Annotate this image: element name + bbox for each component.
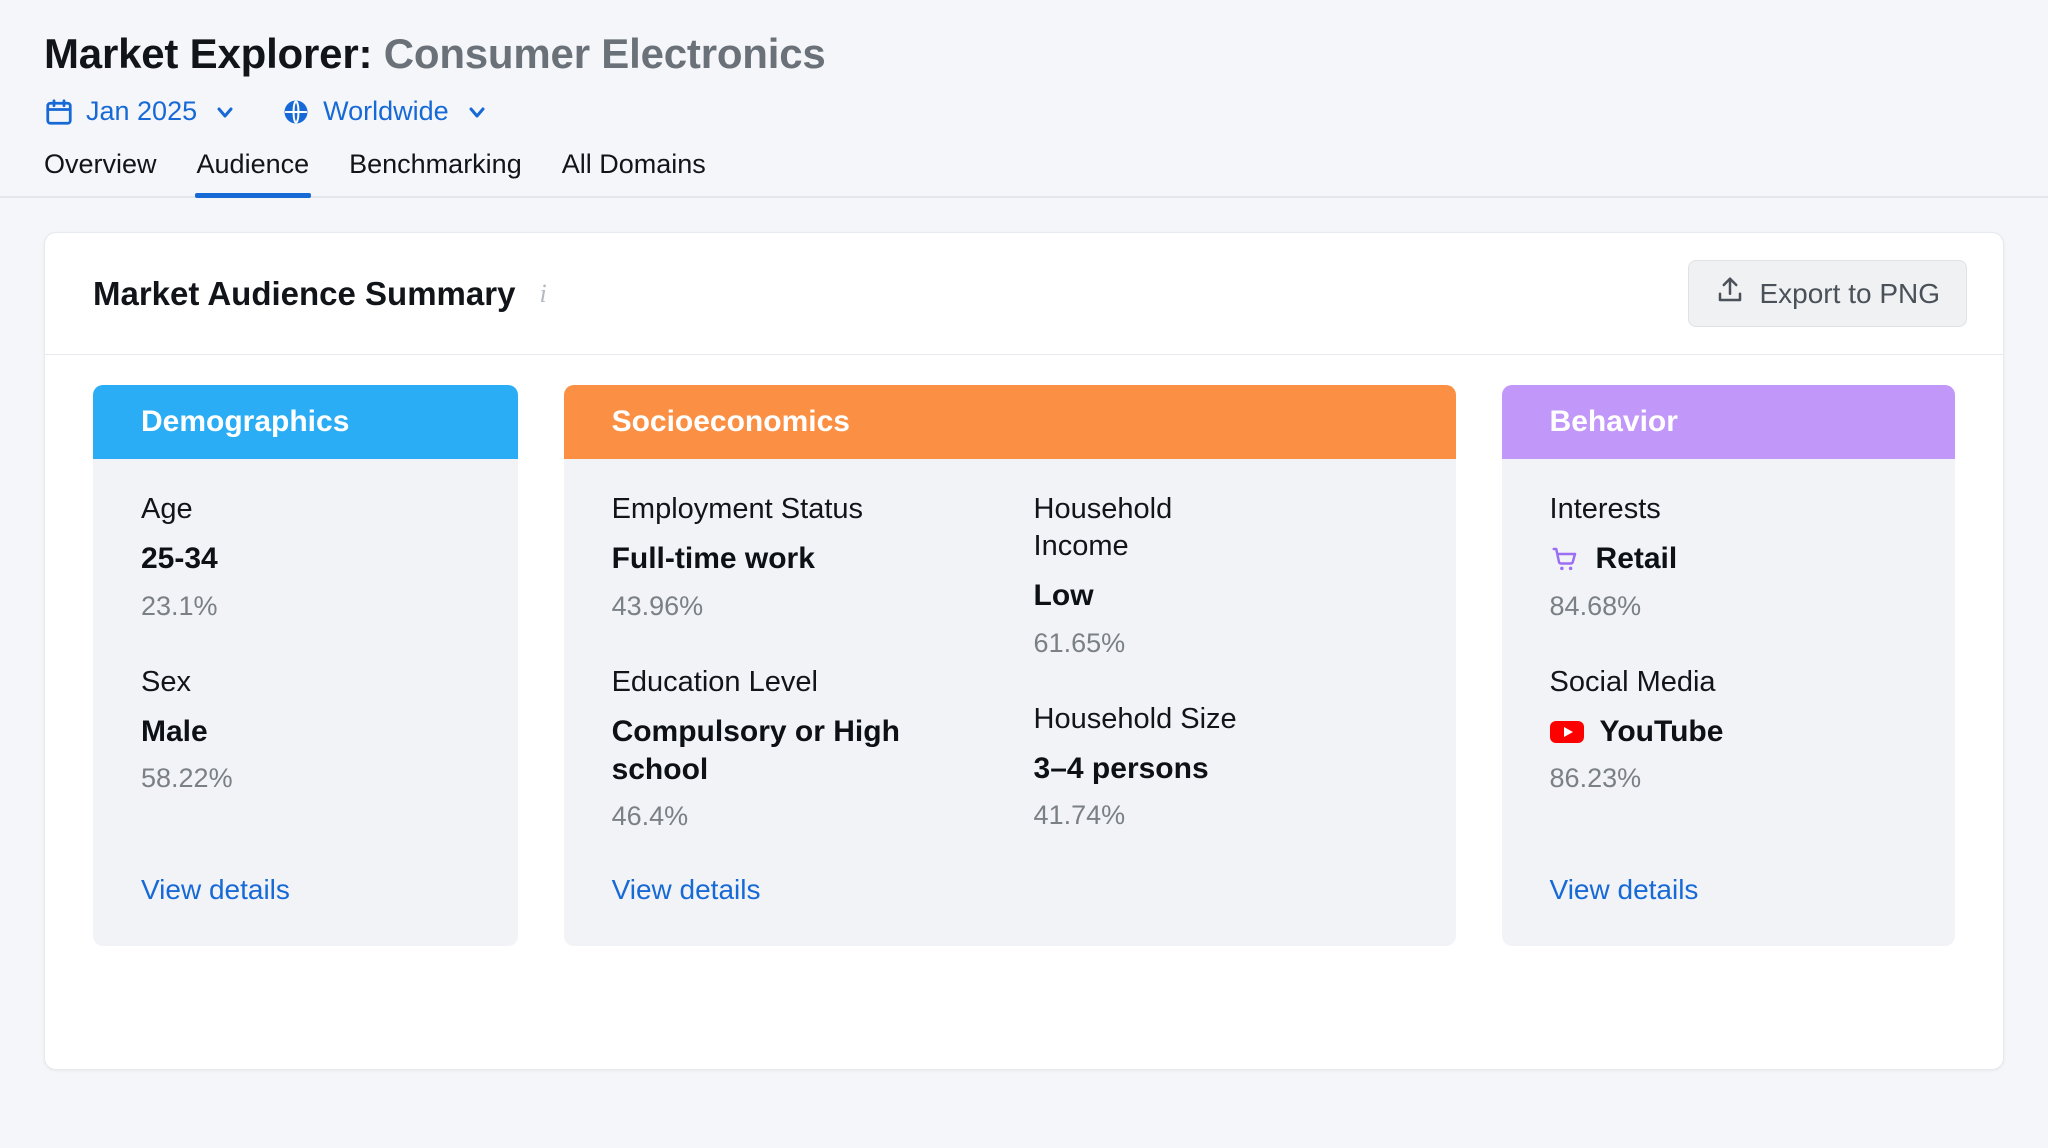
metric-value: 25-34 (141, 540, 486, 578)
panel-socioeconomics: Socioeconomics Employment Status Full-ti… (563, 385, 1456, 947)
panel-behavior-header: Behavior (1501, 385, 1955, 459)
metric-percentage: 58.22% (141, 763, 233, 793)
metric-value-text: Compulsory or High school (611, 714, 900, 786)
tab-bar: Overview Audience Benchmarking All Domai… (0, 149, 2048, 198)
tab-all-domains[interactable]: All Domains (542, 149, 726, 196)
panel-behavior-column: Interests Retail 84.68% Social Media You… (1549, 491, 1955, 946)
youtube-icon (1549, 719, 1584, 745)
chevron-down-icon (465, 100, 489, 124)
metric-social-media: Social Media YouTube 86.23% (1549, 664, 1955, 795)
metric-value: Retail (1550, 540, 1895, 578)
metric-percentage: 84.68% (1549, 590, 1642, 621)
metric-value-text: Retail (1595, 542, 1678, 576)
panel-row: Demographics Age 25-34 23.1% Sex Male 58… (45, 355, 2003, 947)
metric-label: Interests (1549, 493, 1661, 525)
metric-percentage: 23.1% (141, 590, 218, 621)
metric-label: Household Size (1033, 702, 1237, 735)
filter-bar: Jan 2025 Worldwide (44, 96, 2048, 127)
location-filter[interactable]: Worldwide (281, 96, 489, 127)
metric-interests: Interests Retail 84.68% (1550, 491, 1955, 622)
metric-percentage: 61.65% (1033, 627, 1126, 658)
card-header: Market Audience Summary i Export to PNG (45, 233, 2003, 355)
date-filter-label: Jan 2025 (86, 96, 198, 126)
metric-label: Social Media (1549, 665, 1716, 698)
metric-label: Household Income (1033, 493, 1173, 563)
panel-demographics-body: Age 25-34 23.1% Sex Male 58.22% View det… (93, 459, 518, 947)
location-filter-label: Worldwide (323, 96, 449, 126)
card-title: Market Audience Summary (93, 274, 516, 312)
page-header: Market Explorer: Consumer Electronics Ja… (0, 0, 2048, 127)
metric-household-size: Household Size 3–4 persons 41.74% (1034, 701, 1456, 832)
view-details-behavior[interactable]: View details (1550, 874, 1699, 946)
metric-label: Employment Status (611, 493, 864, 525)
metric-value: Full-time work (612, 540, 957, 578)
export-to-png-button[interactable]: Export to PNG (1688, 260, 1967, 327)
info-icon[interactable]: i (535, 279, 550, 309)
date-filter[interactable]: Jan 2025 (44, 96, 237, 127)
metric-employment-status: Employment Status Full-time work 43.96% (612, 491, 1034, 622)
panel-behavior: Behavior Interests Retail 84.68% Social … (1501, 385, 1955, 947)
market-audience-summary-card: Market Audience Summary i Export to PNG … (44, 232, 2004, 1070)
tab-audience[interactable]: Audience (177, 149, 330, 198)
metric-value: Low (1034, 577, 1379, 615)
metric-percentage: 43.96% (611, 590, 704, 621)
panel-socioeconomics-header: Socioeconomics (563, 385, 1456, 459)
view-details-demographics[interactable]: View details (141, 874, 290, 946)
card-title-group: Market Audience Summary i (93, 275, 551, 313)
panel-demographics-header: Demographics (93, 385, 518, 459)
metric-percentage: 41.74% (1033, 800, 1126, 831)
panel-socioeconomics-column-right: Household Income Low 61.65% Household Si… (1034, 491, 1456, 946)
panel-demographics-column: Age 25-34 23.1% Sex Male 58.22% View det… (141, 491, 518, 946)
tab-overview[interactable]: Overview (44, 149, 177, 196)
metric-value: 3–4 persons (1034, 750, 1379, 788)
page-title-main: Market Explorer: (44, 30, 373, 77)
globe-icon (281, 97, 311, 127)
metric-value-text: 3–4 persons (1033, 751, 1209, 785)
tab-benchmarking[interactable]: Benchmarking (329, 149, 542, 196)
metric-percentage: 86.23% (1549, 763, 1642, 793)
metric-education-level: Education Level Compulsory or High schoo… (612, 664, 1034, 833)
metric-value-text: Low (1033, 579, 1094, 613)
metric-value-text: Full-time work (611, 542, 815, 576)
metric-label: Age (141, 493, 193, 525)
metric-value-text: 25-34 (141, 542, 218, 576)
metric-value: Compulsory or High school (612, 713, 957, 790)
metric-label: Education Level (611, 665, 818, 698)
metric-value: YouTube (1549, 713, 1895, 751)
export-upload-icon (1715, 275, 1745, 312)
metric-label: Sex (141, 665, 191, 698)
page-title: Market Explorer: Consumer Electronics (44, 30, 2048, 78)
page-title-subject: Consumer Electronics (383, 30, 826, 77)
panel-behavior-body: Interests Retail 84.68% Social Media You… (1501, 459, 1955, 947)
export-button-label: Export to PNG (1759, 277, 1940, 309)
chevron-down-icon (213, 100, 237, 124)
metric-sex: Sex Male 58.22% (141, 664, 518, 795)
metric-age: Age 25-34 23.1% (141, 491, 518, 622)
calendar-icon (44, 97, 74, 127)
panel-socioeconomics-body: Employment Status Full-time work 43.96% … (563, 459, 1456, 947)
panel-demographics: Demographics Age 25-34 23.1% Sex Male 58… (93, 385, 518, 947)
metric-value-text: YouTube (1599, 714, 1724, 748)
metric-value: Male (141, 713, 486, 751)
metric-percentage: 46.4% (611, 801, 689, 832)
metric-value-text: Male (141, 714, 208, 748)
shopping-cart-icon (1550, 544, 1580, 574)
panel-socioeconomics-column-left: Employment Status Full-time work 43.96% … (612, 491, 1034, 946)
view-details-socioeconomics[interactable]: View details (612, 874, 761, 946)
metric-household-income: Household Income Low 61.65% (1034, 491, 1456, 659)
